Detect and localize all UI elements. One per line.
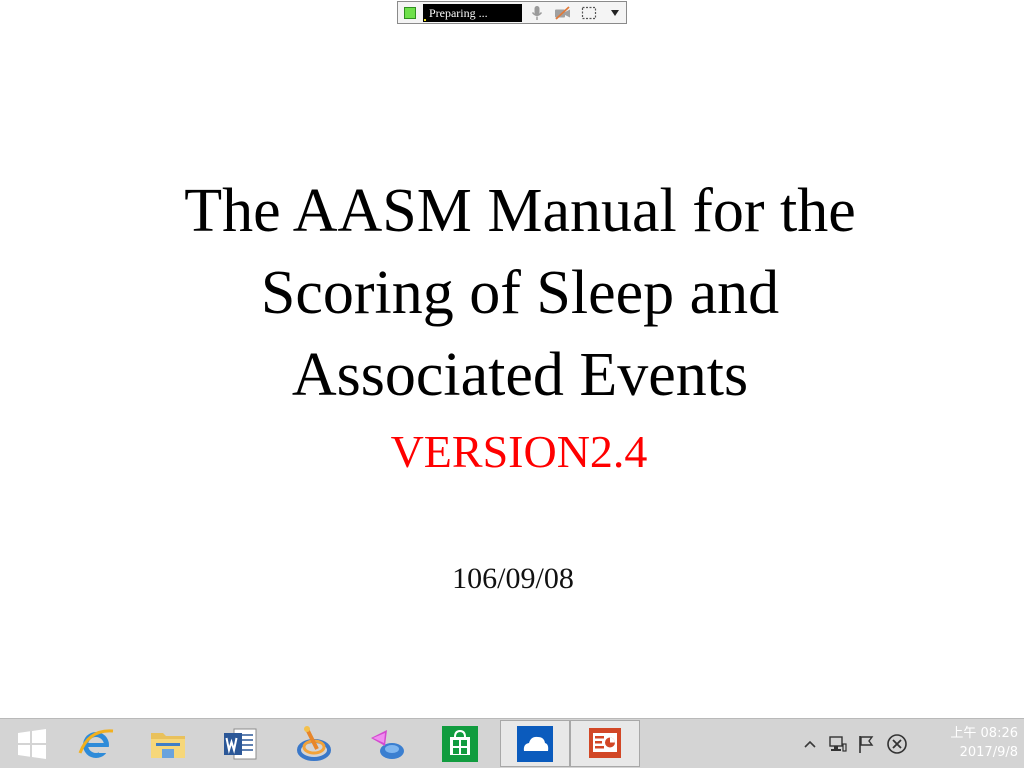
taskbar-teardrop-app[interactable] (356, 720, 420, 767)
region-select-icon (582, 6, 597, 19)
dropdown-arrow-icon (611, 9, 620, 16)
clock-date: 2017/9/8 (959, 745, 1018, 760)
word-icon (224, 728, 257, 759)
network-status[interactable] (824, 729, 852, 759)
region-select-button[interactable] (578, 3, 600, 22)
taskbar-internet-explorer[interactable] (64, 720, 128, 767)
taskbar: 上午 08:26 2017/9/8 (0, 718, 1024, 768)
recorder-status-text: Preparing ... (428, 5, 488, 20)
swirl-app-icon (297, 725, 331, 761)
recorder-toolbar: Preparing ... (397, 1, 627, 24)
slide-date: 106/09/08 (452, 562, 574, 595)
teardrop-app-icon (371, 729, 404, 759)
recording-indicator-icon[interactable] (404, 6, 416, 19)
camera-toggle-button[interactable] (552, 3, 574, 22)
system-clock[interactable]: 上午 08:26 2017/9/8 (918, 724, 1018, 762)
internet-explorer-icon (78, 728, 114, 758)
microphone-icon (532, 5, 543, 20)
slide-version: VERSION2.4 (390, 426, 648, 477)
taskbar-powerpoint[interactable] (570, 720, 640, 767)
recorder-menu-button[interactable] (604, 3, 626, 22)
slide-title: The AASM Manual for the Scoring of Sleep… (60, 170, 980, 416)
powerpoint-icon (589, 727, 621, 758)
taskbar-file-explorer[interactable] (136, 720, 200, 767)
taskbar-store[interactable] (428, 720, 492, 767)
taskbar-swirl-app[interactable] (282, 720, 346, 767)
close-circle-icon (887, 733, 907, 754)
recorder-progress-bar (423, 18, 426, 21)
slide-title-line-2: Scoring of Sleep and (260, 259, 780, 327)
taskbar-word[interactable] (208, 720, 272, 767)
network-icon (829, 735, 847, 752)
flag-icon (859, 735, 874, 753)
onedrive-icon (517, 725, 553, 762)
recorder-close-button[interactable] (882, 729, 912, 759)
presentation-slide[interactable]: The AASM Manual for the Scoring of Sleep… (0, 24, 1024, 718)
camera-off-icon (555, 5, 571, 20)
action-center-button[interactable] (852, 729, 880, 759)
clock-time: 上午 08:26 (950, 726, 1018, 741)
chevron-up-icon (804, 740, 816, 748)
start-button[interactable] (0, 720, 64, 767)
windows-logo-icon (18, 728, 46, 759)
folder-icon (151, 732, 185, 758)
slide-title-line-3: Associated Events (291, 341, 749, 409)
taskbar-onedrive[interactable] (500, 720, 570, 767)
recorder-status: Preparing ... (422, 3, 523, 22)
show-hidden-icons-button[interactable] (800, 729, 820, 759)
slide-title-line-1: The AASM Manual for the (184, 177, 856, 245)
microphone-button[interactable] (526, 3, 548, 22)
store-icon (442, 725, 478, 762)
